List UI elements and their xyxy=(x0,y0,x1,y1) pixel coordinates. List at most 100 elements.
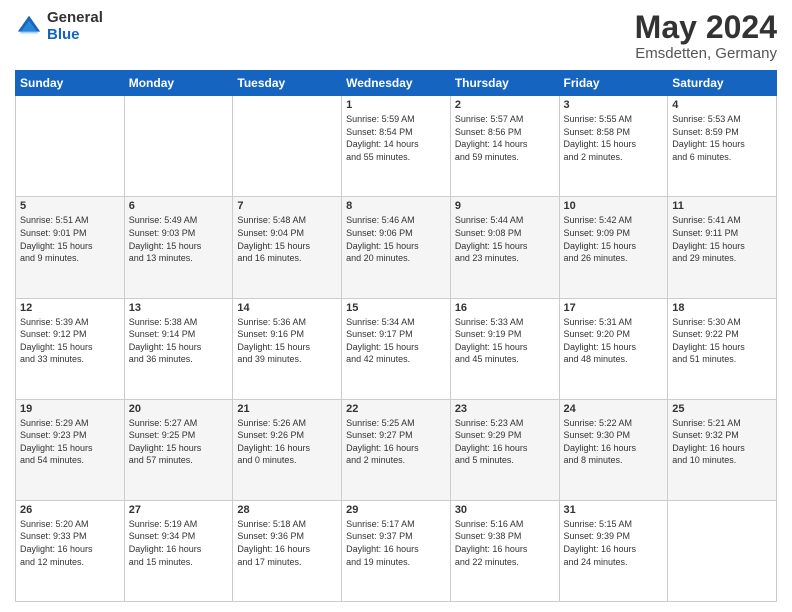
calendar-cell: 9 Sunrise: 5:44 AM Sunset: 9:08 PM Daylig… xyxy=(450,197,559,298)
calendar-cell: 14 Sunrise: 5:36 AM Sunset: 9:16 PM Dayli… xyxy=(233,298,342,399)
calendar-cell: 13Sunrise: 5:38 AM Sunset: 9:14 PM Dayli… xyxy=(124,298,233,399)
day-number: 17 xyxy=(564,302,664,314)
day-number: 23 xyxy=(455,403,555,415)
day-number: 10 xyxy=(564,200,664,212)
calendar-cell: 26Sunrise: 5:20 AM Sunset: 9:33 PM Dayli… xyxy=(16,500,125,601)
col-monday: Monday xyxy=(124,71,233,96)
calendar-cell: 27 Sunrise: 5:19 AM Sunset: 9:34 PM Dayli… xyxy=(124,500,233,601)
day-info: Sunrise: 5:53 AM Sunset: 8:59 PM Dayligh… xyxy=(672,113,772,163)
calendar-cell: 10 Sunrise: 5:42 AM Sunset: 9:09 PM Dayli… xyxy=(559,197,668,298)
day-number: 18 xyxy=(672,302,772,314)
header-row: Sunday Monday Tuesday Wednesday Thursday… xyxy=(16,71,777,96)
calendar-cell: 30 Sunrise: 5:16 AM Sunset: 9:38 PM Dayli… xyxy=(450,500,559,601)
day-info: Sunrise: 5:29 AM Sunset: 9:23 PM Dayligh… xyxy=(20,417,120,467)
calendar-cell xyxy=(16,96,125,197)
calendar-cell: 18Sunrise: 5:30 AM Sunset: 9:22 PM Dayli… xyxy=(668,298,777,399)
calendar-week-1: 1Sunrise: 5:59 AM Sunset: 8:54 PM Daylig… xyxy=(16,96,777,197)
calendar-cell: 20Sunrise: 5:27 AM Sunset: 9:25 PM Dayli… xyxy=(124,399,233,500)
day-info: Sunrise: 5:48 AM Sunset: 9:04 PM Dayligh… xyxy=(237,214,337,264)
calendar-cell: 21 Sunrise: 5:26 AM Sunset: 9:26 PM Dayli… xyxy=(233,399,342,500)
day-info: Sunrise: 5:18 AM Sunset: 9:36 PM Dayligh… xyxy=(237,518,337,568)
calendar-cell: 25 Sunrise: 5:21 AM Sunset: 9:32 PM Dayli… xyxy=(668,399,777,500)
day-info: Sunrise: 5:31 AM Sunset: 9:20 PM Dayligh… xyxy=(564,316,664,366)
day-info: Sunrise: 5:55 AM Sunset: 8:58 PM Dayligh… xyxy=(564,113,664,163)
col-friday: Friday xyxy=(559,71,668,96)
col-wednesday: Wednesday xyxy=(342,71,451,96)
calendar-cell: 12 Sunrise: 5:39 AM Sunset: 9:12 PM Dayli… xyxy=(16,298,125,399)
col-sunday: Sunday xyxy=(16,71,125,96)
day-number: 14 xyxy=(237,302,337,314)
day-number: 6 xyxy=(129,200,229,212)
day-number: 5 xyxy=(20,200,120,212)
calendar-cell: 23 Sunrise: 5:23 AM Sunset: 9:29 PM Dayli… xyxy=(450,399,559,500)
calendar-cell: 1Sunrise: 5:59 AM Sunset: 8:54 PM Daylig… xyxy=(342,96,451,197)
logo-text: General Blue xyxy=(47,10,103,43)
day-number: 16 xyxy=(455,302,555,314)
logo-blue: Blue xyxy=(47,27,103,44)
calendar-week-4: 19 Sunrise: 5:29 AM Sunset: 9:23 PM Dayli… xyxy=(16,399,777,500)
logo: General Blue xyxy=(15,10,103,43)
day-info: Sunrise: 5:23 AM Sunset: 9:29 PM Dayligh… xyxy=(455,417,555,467)
col-tuesday: Tuesday xyxy=(233,71,342,96)
calendar-cell xyxy=(233,96,342,197)
day-info: Sunrise: 5:41 AM Sunset: 9:11 PM Dayligh… xyxy=(672,214,772,264)
calendar-week-3: 12 Sunrise: 5:39 AM Sunset: 9:12 PM Dayli… xyxy=(16,298,777,399)
day-number: 4 xyxy=(672,99,772,111)
day-number: 15 xyxy=(346,302,446,314)
logo-icon xyxy=(15,13,43,41)
calendar-cell: 29Sunrise: 5:17 AM Sunset: 9:37 PM Dayli… xyxy=(342,500,451,601)
day-number: 11 xyxy=(672,200,772,212)
day-info: Sunrise: 5:25 AM Sunset: 9:27 PM Dayligh… xyxy=(346,417,446,467)
header: General Blue May 2024 Emsdetten, Germany xyxy=(15,10,777,62)
calendar-body: 1Sunrise: 5:59 AM Sunset: 8:54 PM Daylig… xyxy=(16,96,777,602)
day-number: 21 xyxy=(237,403,337,415)
page: General Blue May 2024 Emsdetten, Germany… xyxy=(0,0,792,612)
day-number: 8 xyxy=(346,200,446,212)
day-number: 3 xyxy=(564,99,664,111)
day-info: Sunrise: 5:36 AM Sunset: 9:16 PM Dayligh… xyxy=(237,316,337,366)
day-info: Sunrise: 5:38 AM Sunset: 9:14 PM Dayligh… xyxy=(129,316,229,366)
day-info: Sunrise: 5:49 AM Sunset: 9:03 PM Dayligh… xyxy=(129,214,229,264)
col-saturday: Saturday xyxy=(668,71,777,96)
day-number: 12 xyxy=(20,302,120,314)
calendar-header: Sunday Monday Tuesday Wednesday Thursday… xyxy=(16,71,777,96)
day-info: Sunrise: 5:34 AM Sunset: 9:17 PM Dayligh… xyxy=(346,316,446,366)
calendar-cell: 19 Sunrise: 5:29 AM Sunset: 9:23 PM Dayli… xyxy=(16,399,125,500)
day-number: 25 xyxy=(672,403,772,415)
calendar-cell xyxy=(124,96,233,197)
day-info: Sunrise: 5:46 AM Sunset: 9:06 PM Dayligh… xyxy=(346,214,446,264)
calendar-cell: 24 Sunrise: 5:22 AM Sunset: 9:30 PM Dayli… xyxy=(559,399,668,500)
calendar-cell: 8 Sunrise: 5:46 AM Sunset: 9:06 PM Daylig… xyxy=(342,197,451,298)
day-number: 24 xyxy=(564,403,664,415)
day-number: 9 xyxy=(455,200,555,212)
logo-general: General xyxy=(47,10,103,27)
day-number: 26 xyxy=(20,504,120,516)
day-info: Sunrise: 5:42 AM Sunset: 9:09 PM Dayligh… xyxy=(564,214,664,264)
calendar-table: Sunday Monday Tuesday Wednesday Thursday… xyxy=(15,70,777,602)
day-info: Sunrise: 5:19 AM Sunset: 9:34 PM Dayligh… xyxy=(129,518,229,568)
day-info: Sunrise: 5:16 AM Sunset: 9:38 PM Dayligh… xyxy=(455,518,555,568)
calendar-cell: 16Sunrise: 5:33 AM Sunset: 9:19 PM Dayli… xyxy=(450,298,559,399)
day-number: 1 xyxy=(346,99,446,111)
calendar-cell xyxy=(668,500,777,601)
day-number: 19 xyxy=(20,403,120,415)
day-number: 2 xyxy=(455,99,555,111)
day-number: 22 xyxy=(346,403,446,415)
title-block: May 2024 Emsdetten, Germany xyxy=(635,10,777,62)
day-info: Sunrise: 5:44 AM Sunset: 9:08 PM Dayligh… xyxy=(455,214,555,264)
calendar-cell: 17 Sunrise: 5:31 AM Sunset: 9:20 PM Dayli… xyxy=(559,298,668,399)
title-location: Emsdetten, Germany xyxy=(635,45,777,62)
day-number: 30 xyxy=(455,504,555,516)
day-info: Sunrise: 5:21 AM Sunset: 9:32 PM Dayligh… xyxy=(672,417,772,467)
day-info: Sunrise: 5:26 AM Sunset: 9:26 PM Dayligh… xyxy=(237,417,337,467)
day-info: Sunrise: 5:27 AM Sunset: 9:25 PM Dayligh… xyxy=(129,417,229,467)
day-number: 27 xyxy=(129,504,229,516)
calendar-cell: 11 Sunrise: 5:41 AM Sunset: 9:11 PM Dayli… xyxy=(668,197,777,298)
calendar-cell: 28Sunrise: 5:18 AM Sunset: 9:36 PM Dayli… xyxy=(233,500,342,601)
calendar-week-2: 5Sunrise: 5:51 AM Sunset: 9:01 PM Daylig… xyxy=(16,197,777,298)
calendar-cell: 15 Sunrise: 5:34 AM Sunset: 9:17 PM Dayli… xyxy=(342,298,451,399)
calendar-cell: 31Sunrise: 5:15 AM Sunset: 9:39 PM Dayli… xyxy=(559,500,668,601)
day-info: Sunrise: 5:39 AM Sunset: 9:12 PM Dayligh… xyxy=(20,316,120,366)
calendar-cell: 3 Sunrise: 5:55 AM Sunset: 8:58 PM Daylig… xyxy=(559,96,668,197)
day-info: Sunrise: 5:22 AM Sunset: 9:30 PM Dayligh… xyxy=(564,417,664,467)
